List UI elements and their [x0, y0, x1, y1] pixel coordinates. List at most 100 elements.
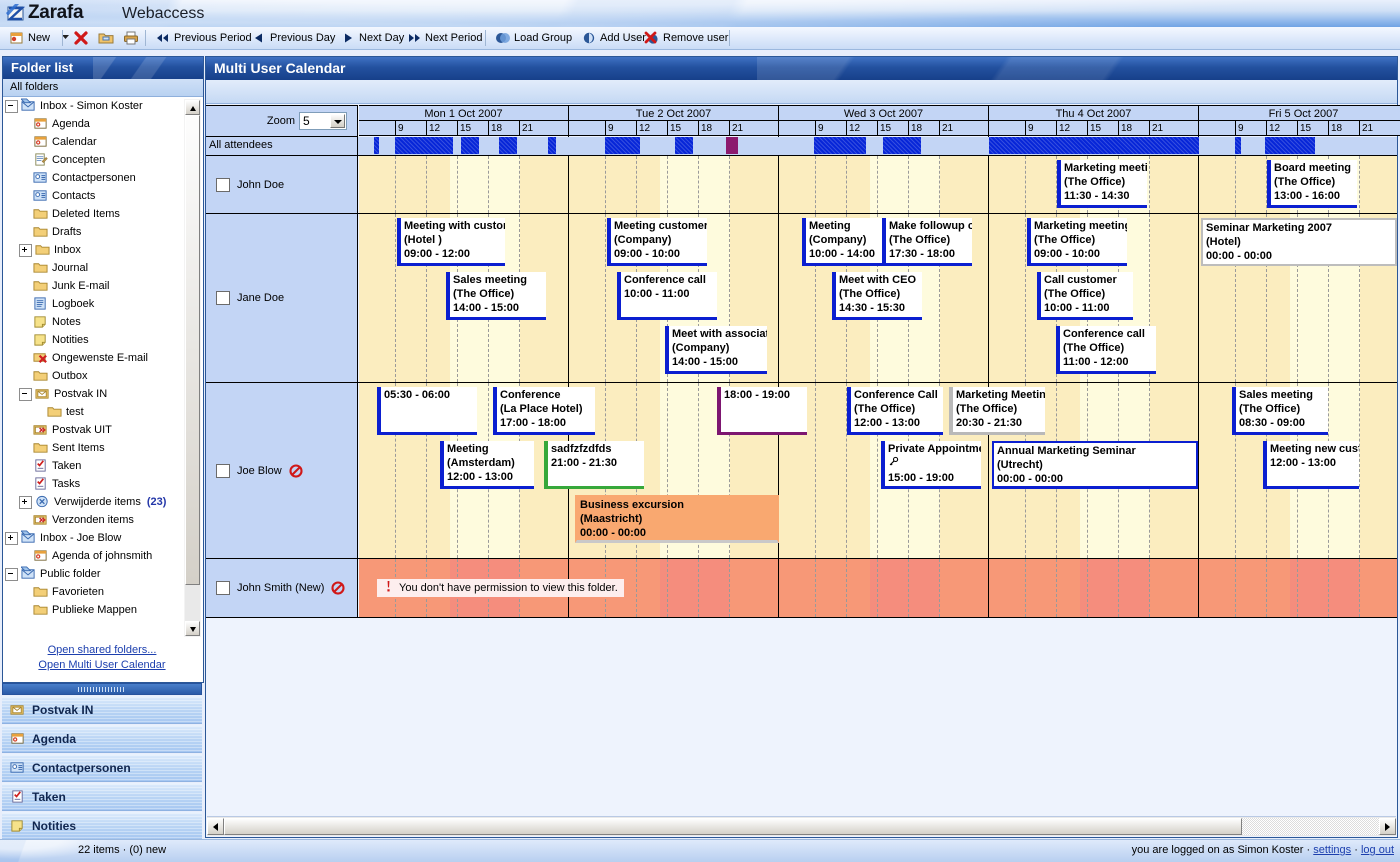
logout-link[interactable]: log out [1361, 844, 1394, 856]
folder-tree-item[interactable]: Agenda [3, 115, 201, 133]
shortcut-item-contactpersonen[interactable]: Contactpersonen [2, 754, 202, 782]
folder-tree-item[interactable]: Inbox - Joe Blow [3, 529, 201, 547]
next-period-button[interactable]: Next Period [403, 29, 485, 47]
folder-tree-item[interactable]: Verwijderde items(23) [3, 493, 201, 511]
folder-tree-item[interactable]: Tasks [3, 475, 201, 493]
folder-tree-item[interactable]: Calendar [3, 133, 201, 151]
move-to-folder-button[interactable] [95, 29, 117, 47]
appointment-block[interactable]: Conference(La Place Hotel)17:00 - 18:00 [493, 387, 595, 435]
settings-link[interactable]: settings [1313, 844, 1351, 856]
appointment-block[interactable]: Business excursion(Maastricht)00:00 - 00… [575, 495, 779, 543]
attendee-label[interactable]: John Smith (New) [206, 559, 358, 617]
day-slot[interactable] [359, 156, 569, 213]
shortcut-bar[interactable]: Postvak INAgendaContactpersonenTakenNoti… [2, 683, 202, 838]
folder-tree-item[interactable]: Favorieten [3, 583, 201, 601]
appointment-block[interactable]: Meeting(Company)10:00 - 14:00 [802, 218, 884, 266]
tree-expander-minus-icon[interactable] [5, 568, 18, 581]
shortcut-item-taken[interactable]: Taken [2, 783, 202, 811]
attendee-label[interactable]: Jane Doe [206, 214, 358, 382]
appointment-block[interactable]: Sales meeting(The Office)14:00 - 15:00 [446, 272, 546, 320]
folder-tree-item[interactable]: Outbox [3, 367, 201, 385]
open-multi-user-calendar-link[interactable]: Open Multi User Calendar [3, 658, 201, 673]
appointment-block[interactable]: Private Appointment15:00 - 19:00 [881, 441, 981, 489]
appointment-block[interactable]: Marketing Meeting(The Office)20:30 - 21:… [949, 387, 1045, 435]
appointment-block[interactable]: Seminar Marketing 2007(Hotel)00:00 - 00:… [1201, 218, 1397, 266]
scroll-left-button[interactable] [207, 818, 224, 835]
tree-expander-plus-icon[interactable] [19, 496, 32, 509]
previous-day-button[interactable]: Previous Day [248, 29, 338, 47]
calendar-horizontal-scrollbar[interactable] [207, 816, 1396, 836]
appointment-block[interactable]: Marketing meeting(The Office)11:30 - 14:… [1057, 160, 1147, 208]
appointment-block[interactable]: Meeting new customer12:00 - 13:00 [1263, 441, 1359, 489]
appointment-block[interactable]: Conference call(The Office)11:00 - 12:00 [1056, 326, 1156, 374]
shortcut-item-agenda[interactable]: Agenda [2, 725, 202, 753]
folder-tree-item[interactable]: Journal [3, 259, 201, 277]
scroll-track[interactable] [224, 818, 1379, 835]
attendee-label[interactable]: John Doe [206, 156, 358, 213]
tree-expander-plus-icon[interactable] [19, 244, 32, 257]
previous-period-button[interactable]: Previous Period [152, 29, 255, 47]
appointment-block[interactable]: Conference call10:00 - 11:00 [617, 272, 717, 320]
day-slot[interactable] [989, 559, 1199, 617]
folder-tree-item[interactable]: Inbox - Simon Koster [3, 97, 201, 115]
appointment-block[interactable]: Meeting(Amsterdam)12:00 - 13:00 [440, 441, 534, 489]
tree-expander-plus-icon[interactable] [5, 532, 18, 545]
scroll-thumb-horizontal[interactable] [224, 818, 1242, 835]
folder-tree-item[interactable]: Inbox [3, 241, 201, 259]
folder-tree-item[interactable]: Drafts [3, 223, 201, 241]
folder-tree-item[interactable]: Postvak UIT [3, 421, 201, 439]
next-day-button[interactable]: Next Day [337, 29, 407, 47]
folder-tree-item[interactable]: Junk E-mail [3, 277, 201, 295]
appointment-block[interactable]: Meet with CEO(The Office)14:30 - 15:30 [832, 272, 922, 320]
delete-button[interactable] [70, 29, 92, 47]
print-button[interactable] [120, 29, 142, 47]
scroll-up-button[interactable] [185, 100, 200, 115]
attendee-checkbox[interactable] [216, 464, 230, 478]
folder-tree-item[interactable]: Notes [3, 313, 201, 331]
folder-tree-item[interactable]: Deleted Items [3, 205, 201, 223]
appointment-block[interactable]: Board meeting(The Office)13:00 - 16:00 [1267, 160, 1357, 208]
tree-expander-minus-icon[interactable] [19, 388, 32, 401]
folder-tree-item[interactable]: Ongewenste E-mail [3, 349, 201, 367]
folder-tree-item[interactable]: Postvak IN [3, 385, 201, 403]
appointment-block[interactable]: Marketing meeting(The Office)09:00 - 10:… [1027, 218, 1127, 266]
attendee-label[interactable]: Joe Blow [206, 383, 358, 558]
day-slot[interactable] [1199, 559, 1397, 617]
appointment-block[interactable]: sadfzfzdfds21:00 - 21:30 [544, 441, 644, 489]
appointment-block[interactable]: Sales meeting(The Office)08:30 - 09:00 [1232, 387, 1328, 435]
folder-tree-item[interactable]: test [3, 403, 201, 421]
folder-tree-item[interactable]: Logboek [3, 295, 201, 313]
folder-tree[interactable]: Inbox - Simon KosterAgendaCalendarConcep… [3, 97, 201, 637]
attendee-checkbox[interactable] [216, 291, 230, 305]
appointment-block[interactable]: Annual Marketing Seminar(Utrecht)00:00 -… [992, 441, 1198, 489]
folder-tree-item[interactable]: Sent Items [3, 439, 201, 457]
appointment-block[interactable]: Conference Call(The Office)12:00 - 13:00 [847, 387, 943, 435]
appointment-block[interactable]: 18:00 - 19:00 [717, 387, 807, 435]
scroll-down-button[interactable] [185, 621, 200, 636]
folder-tree-item[interactable]: Publieke Mappen [3, 601, 201, 619]
appointment-block[interactable]: Make followup call(The Office)17:30 - 18… [882, 218, 972, 266]
scroll-right-button[interactable] [1379, 818, 1396, 835]
appointment-block[interactable]: Meeting customer(Company)09:00 - 10:00 [607, 218, 707, 266]
folder-tree-item[interactable]: Public folder [3, 565, 201, 583]
folder-tree-item[interactable]: Notities [3, 331, 201, 349]
shortcut-item-notities[interactable]: Notities [2, 812, 202, 840]
remove-user-button[interactable]: Remove user [641, 29, 731, 47]
open-shared-folders-link[interactable]: Open shared folders... [3, 643, 201, 658]
appointment-block[interactable]: 05:30 - 06:00 [377, 387, 477, 435]
appointment-block[interactable]: Call customer(The Office)10:00 - 11:00 [1037, 272, 1133, 320]
load-group-button[interactable]: Load Group [492, 29, 575, 47]
appointment-block[interactable]: Meeting with customer(Hotel )09:00 - 12:… [397, 218, 505, 266]
appointment-block[interactable]: Meet with associate(Company)14:00 - 15:0… [665, 326, 767, 374]
day-slot[interactable] [779, 559, 989, 617]
shortcut-item-postvak-in[interactable]: Postvak IN [2, 696, 202, 724]
tree-expander-minus-icon[interactable] [5, 100, 18, 113]
chevron-down-icon[interactable] [330, 114, 345, 128]
folder-tree-item[interactable]: Contacts [3, 187, 201, 205]
zoom-select[interactable]: 5 [299, 112, 347, 130]
attendee-checkbox[interactable] [216, 581, 230, 595]
scroll-thumb[interactable] [185, 115, 200, 585]
folder-tree-item[interactable]: Taken [3, 457, 201, 475]
day-slot[interactable] [779, 156, 989, 213]
folder-tree-item[interactable]: Concepten [3, 151, 201, 169]
